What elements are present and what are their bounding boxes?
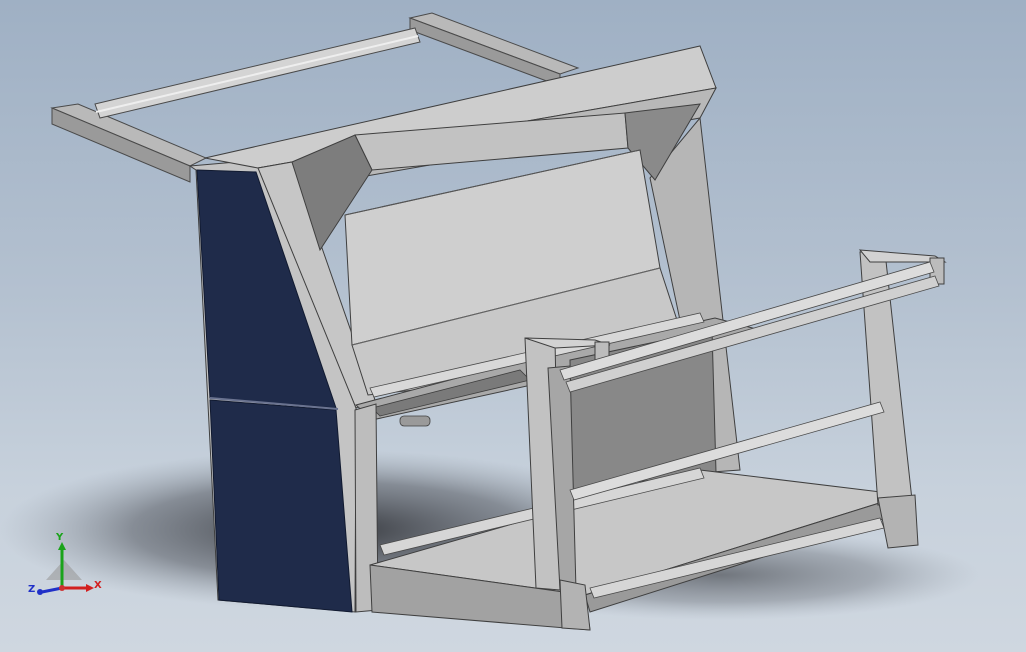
triad-z-label: Z (28, 584, 36, 595)
3d-viewport[interactable]: Y X Z (0, 0, 1026, 652)
machine-model[interactable] (0, 0, 1026, 652)
triad-graphic (37, 542, 94, 595)
side-panel-lower (209, 399, 353, 613)
triad-y-label: Y (56, 532, 64, 543)
triad-x-label: X (94, 580, 102, 591)
coordinate-triad[interactable]: Y X Z (28, 530, 108, 602)
